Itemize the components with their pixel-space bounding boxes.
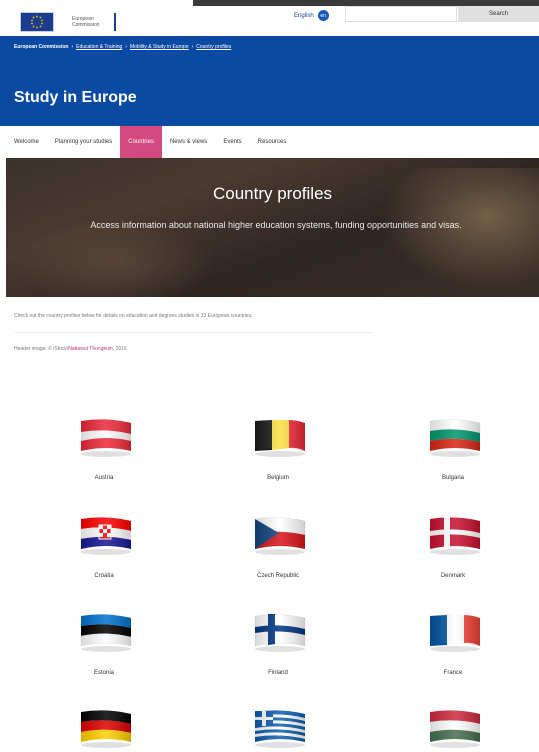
flag-greece-icon: [255, 710, 305, 748]
country-name: Bulgaria: [441, 475, 464, 481]
breadcrumb-item[interactable]: Education & Training: [76, 44, 122, 50]
european-commission-logo[interactable]: European Commission: [20, 8, 128, 36]
country-card-belgium[interactable]: Belgium: [218, 417, 338, 497]
language-code-badge: en: [317, 10, 329, 21]
country-name: Estonia: [93, 670, 114, 676]
breadcrumb-separator: ›: [125, 44, 127, 50]
divider: [14, 332, 374, 333]
flag-estonia-icon: [80, 614, 132, 652]
search-button[interactable]: Search: [458, 6, 539, 22]
country-name: Denmark: [440, 573, 466, 579]
flag-finland-icon: [254, 614, 306, 652]
main-nav: Welcome Planning your studies Countries …: [6, 126, 539, 158]
nav-item-planning[interactable]: Planning your studies: [47, 126, 120, 158]
breadcrumb-separator: ›: [191, 44, 194, 50]
country-name: France: [443, 670, 463, 676]
credit-prefix: Header image: © iStock/: [14, 346, 69, 352]
site-banner: European Commission › Education & Training…: [0, 36, 539, 126]
country-card-greece[interactable]: [218, 708, 338, 752]
country-card-bulgaria[interactable]: Bulgaria: [393, 417, 513, 497]
image-credit: Header image: © iStock/Nattawut Thongkum…: [14, 346, 127, 352]
site-title[interactable]: Study in Europe: [14, 89, 137, 107]
country-card-czech-republic[interactable]: Czech Republic: [218, 515, 338, 595]
hero-banner: Country profiles Access information abou…: [6, 158, 539, 297]
credit-suffix: , 2016: [112, 346, 127, 352]
flag-czech-republic-icon: [254, 517, 306, 555]
credit-link[interactable]: Nattawut Thongkum: [68, 346, 113, 352]
country-card-france[interactable]: France: [393, 612, 513, 692]
flag-austria-icon: [81, 419, 131, 457]
country-name: Belgium: [267, 475, 289, 481]
country-card-austria[interactable]: Austria: [44, 417, 164, 497]
country-name: Czech Republic: [256, 573, 300, 579]
country-card-germany[interactable]: [44, 708, 164, 752]
flag-belgium-icon: [255, 419, 305, 457]
hero-title: Country profiles: [212, 184, 333, 203]
country-card-finland[interactable]: Finland: [218, 612, 338, 692]
flag-france-icon: [430, 614, 480, 652]
nav-item-resources[interactable]: Resources: [250, 126, 295, 158]
breadcrumb-item[interactable]: Country profiles: [196, 44, 231, 50]
flag-bulgaria-icon: [429, 419, 481, 457]
nav-item-countries[interactable]: Countries: [120, 126, 162, 158]
country-name: Croatia: [94, 573, 114, 579]
country-card-croatia[interactable]: Croatia: [44, 515, 164, 595]
language-selector[interactable]: English en: [294, 10, 329, 21]
nav-item-welcome[interactable]: Welcome: [6, 126, 47, 158]
nav-item-events[interactable]: Events: [215, 126, 249, 158]
country-card-hungary[interactable]: [393, 708, 513, 752]
logo-text: European Commission: [72, 16, 100, 28]
intro-text: Check out the country profiles below for…: [14, 313, 253, 319]
country-card-denmark[interactable]: Denmark: [393, 515, 513, 595]
breadcrumb-item[interactable]: European Commission: [14, 44, 68, 50]
search-input[interactable]: [345, 6, 457, 22]
language-label: English: [294, 12, 314, 19]
breadcrumb-separator: ›: [71, 44, 74, 50]
flag-croatia-icon: [81, 517, 131, 555]
flag-denmark-icon: [430, 517, 480, 555]
country-name: Finland: [268, 670, 288, 676]
breadcrumb: European Commission › Education & Training…: [14, 44, 231, 50]
eu-flag-icon: [20, 12, 54, 32]
site-header: European Commission English en Search: [0, 6, 539, 36]
country-name: Austria: [94, 475, 114, 481]
nav-item-news[interactable]: News & views: [162, 126, 215, 158]
hero-description: Access information about national higher…: [90, 220, 462, 230]
flag-hungary-icon: [430, 710, 480, 748]
country-card-estonia[interactable]: Estonia: [44, 612, 164, 692]
flag-germany-icon: [81, 710, 131, 748]
logo-bar: [114, 13, 116, 31]
breadcrumb-item[interactable]: Mobility & Study in Europe: [130, 44, 189, 50]
